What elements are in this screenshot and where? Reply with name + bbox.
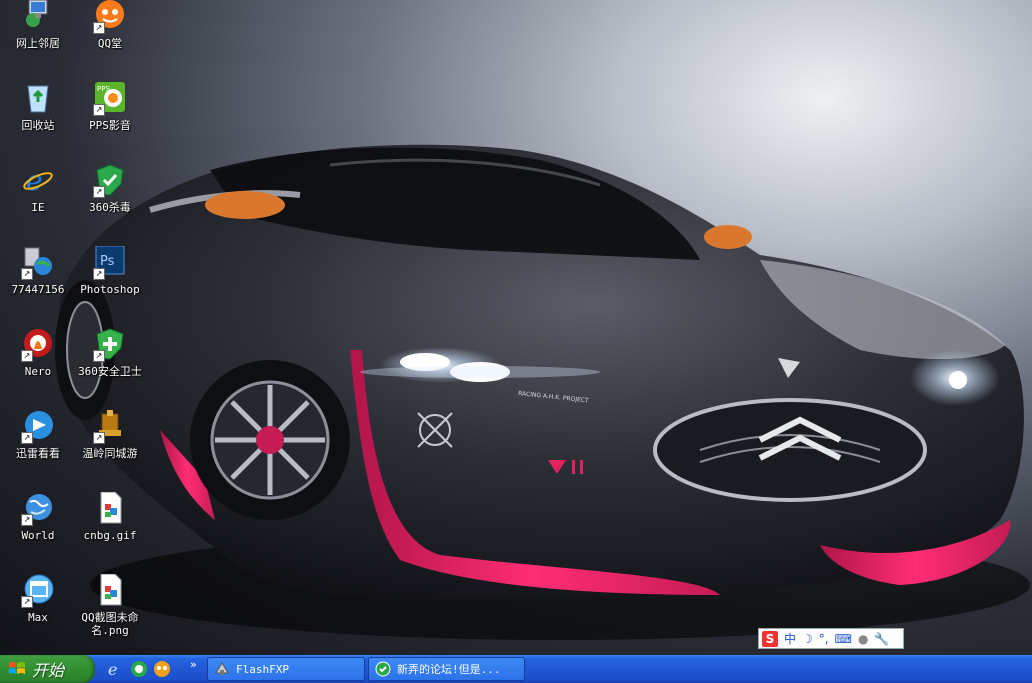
- task-label: FlashFXP: [236, 662, 289, 676]
- nero-icon: ↗: [21, 328, 55, 362]
- desktop-icon-world[interactable]: ↗ World: [0, 492, 76, 542]
- desktop-icon-label: 360杀毒: [89, 201, 131, 214]
- ime-language-bar[interactable]: S 中 ☽ °, ⌨ ● 🔧: [758, 628, 904, 649]
- shortcut-arrow-icon: ↗: [21, 350, 33, 362]
- desktop-icon-label: IE: [31, 201, 45, 214]
- ie-icon: e: [21, 164, 55, 198]
- desktop-icon-label: PPS影音: [89, 119, 131, 132]
- desktop-icon-label: 360安全卫士: [78, 365, 142, 378]
- desktop-icon-label: cnbg.gif: [83, 529, 137, 542]
- desktop-icon-max[interactable]: ↗ Max: [0, 574, 76, 624]
- windows-logo-icon: [8, 661, 26, 677]
- desktop-icon-recycle-bin[interactable]: 回收站: [0, 82, 76, 132]
- desktop-icon-label: Photoshop: [80, 283, 140, 296]
- desktop-icon-label: 温岭同城游: [82, 447, 138, 460]
- shortcut-arrow-icon: ↗: [21, 432, 33, 444]
- shortcut-arrow-icon: ↗: [93, 268, 105, 280]
- ie-quicklaunch-icon[interactable]: e: [106, 660, 124, 679]
- qq-quicklaunch-icon[interactable]: [153, 660, 171, 678]
- tongcheng-game-icon: ↗: [93, 410, 127, 444]
- ime-mode-toggle[interactable]: 中: [784, 630, 796, 647]
- desktop-icon-label: 迅雷看看: [16, 447, 60, 460]
- taskbar-button-browser[interactable]: 新弄的论坛!但是...: [368, 657, 525, 681]
- xunlei-icon: ↗: [21, 410, 55, 444]
- task-label: 新弄的论坛!但是...: [397, 663, 501, 676]
- shortcut-arrow-icon: ↗: [93, 104, 105, 116]
- start-button[interactable]: 开始: [0, 655, 95, 683]
- shortcut-arrow-icon: ↗: [93, 22, 105, 34]
- flashfxp-icon: [214, 661, 230, 677]
- user-icon[interactable]: ●: [858, 632, 868, 646]
- desktop[interactable]: RACING A.H.K. PROJECT 网上邻居 ↗ QQ堂 回收站 PPS…: [0, 0, 1032, 655]
- network-globe-icon: ↗: [21, 246, 55, 280]
- start-label: 开始: [32, 661, 65, 680]
- desktop-icon-network-neighborhood[interactable]: 网上邻居: [0, 0, 76, 50]
- 360-antivirus-icon: ↗: [93, 164, 127, 198]
- desktop-icon-label: Nero: [24, 365, 52, 378]
- shortcut-arrow-icon: ↗: [93, 186, 105, 198]
- pps-icon: PPS ↗: [93, 82, 127, 116]
- svg-text:Ps: Ps: [100, 254, 115, 269]
- taskbar: 开始 e » FlashFXP 新弄的论坛!但是...: [0, 655, 1032, 683]
- svg-text:e: e: [108, 660, 117, 678]
- quicklaunch-overflow-chevron-icon[interactable]: »: [190, 658, 197, 671]
- desktop-icon-label: 回收站: [21, 119, 55, 132]
- desktop-icon-label: Max: [28, 611, 48, 624]
- desktop-icon-label: World: [21, 529, 55, 542]
- shortcut-arrow-icon: ↗: [21, 514, 33, 526]
- desktop-icon-xunlei[interactable]: ↗ 迅雷看看: [0, 410, 76, 460]
- desktop-icon-360-safe[interactable]: ↗ 360安全卫士: [72, 328, 148, 378]
- desktop-icon-pps[interactable]: PPS ↗ PPS影音: [72, 82, 148, 132]
- shortcut-arrow-icon: ↗: [21, 596, 33, 608]
- shortcut-arrow-icon: ↗: [93, 432, 105, 444]
- desktop-icon-label: QQ堂: [97, 37, 123, 50]
- 360-safe-icon: ↗: [93, 328, 127, 362]
- 360-quicklaunch-icon[interactable]: [130, 660, 148, 678]
- desktop-icon-ie[interactable]: e IE: [0, 164, 76, 214]
- world-globe-icon: ↗: [21, 492, 55, 526]
- svg-text:PPS: PPS: [97, 85, 110, 93]
- network-neighborhood-icon: [21, 0, 55, 34]
- desktop-icon-label: QQ截图未命 名.png: [81, 611, 139, 637]
- wallpaper-car-image: RACING A.H.K. PROJECT: [55, 144, 1030, 640]
- desktop-icon-tongcheng-game[interactable]: ↗ 温岭同城游: [72, 410, 148, 460]
- wrench-icon[interactable]: 🔧: [874, 632, 889, 646]
- moon-icon[interactable]: ☽: [802, 632, 813, 646]
- recycle-bin-icon: [21, 82, 55, 116]
- desktop-icon-360-antivirus[interactable]: ↗ 360杀毒: [72, 164, 148, 214]
- png-file-icon: [93, 573, 127, 608]
- desktop-icon-label: 网上邻居: [16, 37, 60, 50]
- punctuation-icon[interactable]: °,: [819, 632, 829, 646]
- photoshop-icon: Ps ↗: [93, 245, 127, 280]
- taskbar-button-flashfxp[interactable]: FlashFXP: [207, 657, 365, 681]
- desktop-icon-photoshop[interactable]: Ps ↗ Photoshop: [72, 245, 148, 296]
- shortcut-arrow-icon: ↗: [21, 268, 33, 280]
- desktop-icon-nero[interactable]: ↗ Nero: [0, 328, 76, 378]
- desktop-icon-cnbg-gif[interactable]: cnbg.gif: [72, 491, 148, 542]
- desktop-icon-qqtang[interactable]: ↗ QQ堂: [72, 0, 148, 50]
- max-icon: ↗: [21, 574, 55, 608]
- gif-file-icon: [93, 491, 127, 526]
- desktop-icon-qq-screenshot-png[interactable]: QQ截图未命 名.png: [72, 573, 148, 637]
- qqtang-icon: ↗: [93, 0, 127, 34]
- keyboard-icon[interactable]: ⌨: [835, 632, 852, 646]
- 360-browser-icon: [375, 661, 391, 677]
- desktop-icon-label: 77447156: [11, 283, 65, 296]
- sogou-logo-icon[interactable]: S: [762, 630, 778, 647]
- shortcut-arrow-icon: ↗: [93, 350, 105, 362]
- desktop-icon-77447156[interactable]: ↗ 77447156: [0, 246, 76, 296]
